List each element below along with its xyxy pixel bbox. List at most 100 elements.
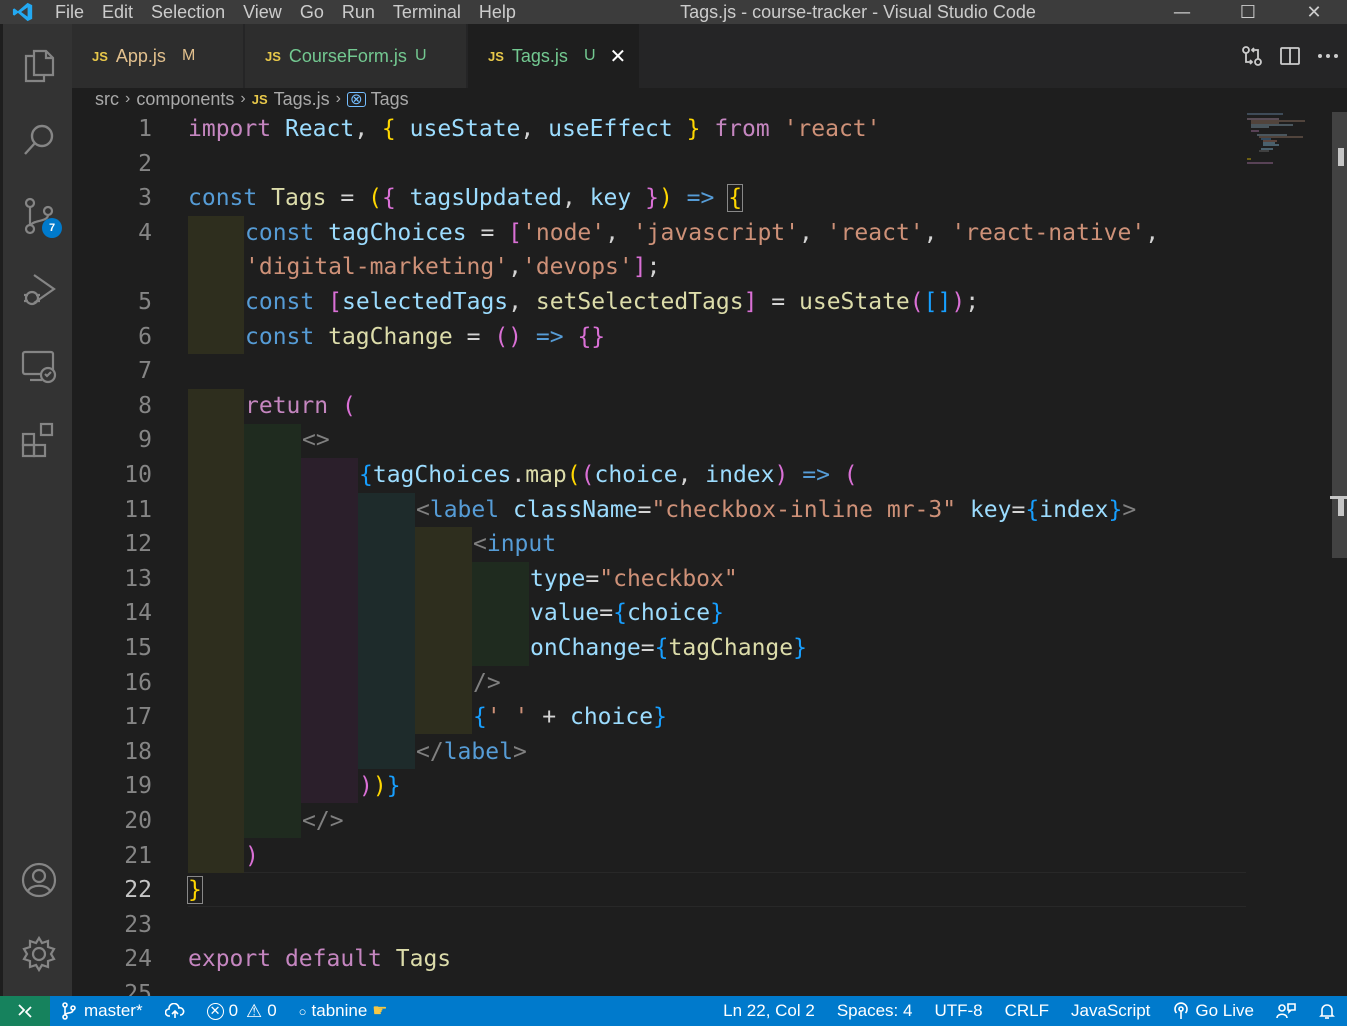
line-number: 7 — [138, 358, 152, 385]
code-line-9: <> — [302, 427, 330, 454]
vscode-logo-icon — [0, 0, 46, 24]
pointing-hand-icon: ☛ — [372, 1001, 388, 1020]
js-file-icon: JS — [265, 48, 281, 64]
line-number: 9 — [138, 427, 152, 454]
code-line-11: <label className="checkbox-inline mr-3" … — [416, 496, 1137, 523]
end-of-line[interactable]: CRLF — [994, 996, 1060, 1026]
chevron-right-icon: › — [125, 90, 131, 107]
line-number: 2 — [138, 150, 152, 177]
code-line-5: const [selectedTags, setSelectedTags] = … — [245, 288, 980, 315]
tab-tags-js[interactable]: JS Tags.js U ✕ — [468, 24, 640, 88]
line-number: 3 — [138, 185, 152, 212]
tab-git-status: M — [181, 47, 196, 64]
indentation[interactable]: Spaces: 4 — [826, 996, 924, 1026]
code-line-22: } — [187, 876, 203, 905]
line-number: 23 — [124, 911, 152, 938]
explorer-icon[interactable] — [19, 44, 59, 84]
js-file-icon: JS — [488, 48, 504, 64]
breadcrumb-file[interactable]: Tags.js — [274, 89, 330, 110]
feedback-icon[interactable] — [1265, 996, 1307, 1026]
problems-indicator[interactable]: ✕ 0 ⚠ 0 — [196, 996, 288, 1026]
line-number: 15 — [124, 634, 152, 661]
run-debug-icon[interactable] — [19, 270, 59, 310]
extensions-icon[interactable] — [19, 420, 59, 460]
compare-changes-icon[interactable] — [1233, 37, 1271, 75]
code-editor[interactable]: 1 2 3 4 5 6 7 8 9 10 11 12 13 14 15 16 1… — [72, 112, 1330, 996]
git-branch-icon — [62, 1002, 76, 1020]
tabnine-status[interactable]: ○ tabnine ☛ — [288, 996, 399, 1026]
error-count: 0 — [228, 1001, 239, 1020]
encoding[interactable]: UTF-8 — [923, 996, 993, 1026]
menu-edit[interactable]: Edit — [93, 0, 142, 24]
remote-indicator[interactable] — [0, 996, 50, 1026]
breadcrumb-src[interactable]: src — [95, 89, 119, 110]
more-actions-icon[interactable] — [1309, 37, 1347, 75]
code-line-4-wrap: 'digital-marketing','devops']; — [245, 254, 661, 281]
line-number: 14 — [124, 600, 152, 627]
window-controls: — ☐ ✕ — [1149, 0, 1347, 24]
symbol-variable-icon: ⊗ — [346, 91, 366, 107]
go-live-button[interactable]: Go Live — [1161, 996, 1265, 1026]
status-bar-right: Ln 22, Col 2 Spaces: 4 UTF-8 CRLF JavaSc… — [712, 996, 1347, 1026]
menu-file[interactable]: File — [46, 0, 93, 24]
line-number: 11 — [124, 496, 152, 523]
menu-terminal[interactable]: Terminal — [384, 0, 470, 24]
status-bar: master* ✕ 0 ⚠ 0 ○ tabnine ☛ Ln 22, Col 2… — [0, 996, 1347, 1026]
close-window-button[interactable]: ✕ — [1281, 0, 1347, 24]
settings-gear-icon[interactable] — [19, 934, 59, 974]
scrollbar-thumb[interactable] — [1332, 112, 1347, 558]
minimap[interactable] — [1243, 112, 1313, 172]
tab-git-status: U — [583, 47, 596, 64]
line-number: 17 — [124, 704, 152, 731]
line-number: 10 — [124, 461, 152, 488]
code-line-16: /> — [473, 669, 501, 696]
git-branch[interactable]: master* — [50, 996, 154, 1026]
minimize-button[interactable]: — — [1149, 0, 1215, 24]
tab-app-js[interactable]: JS App.js M — [72, 24, 244, 88]
menu-view[interactable]: View — [234, 0, 291, 24]
activity-bar: 7 — [0, 24, 72, 996]
menu-help[interactable]: Help — [470, 0, 525, 24]
menu-selection[interactable]: Selection — [142, 0, 234, 24]
code-content[interactable]: import React, { useState, useEffect } fr… — [187, 112, 1308, 996]
notifications-bell-icon[interactable] — [1307, 996, 1347, 1026]
tab-courseform-js[interactable]: JS CourseForm.js U — [245, 24, 467, 88]
line-number: 22 — [124, 877, 152, 904]
code-line-8: return ( — [245, 392, 356, 419]
vertical-scrollbar[interactable] — [1330, 112, 1347, 996]
line-number: 18 — [124, 738, 152, 765]
tab-label: App.js — [115, 45, 166, 66]
tab-git-status: U — [414, 47, 427, 64]
code-line-6: const tagChange = () => {} — [245, 323, 606, 350]
code-line-17: {' ' + choice} — [473, 704, 667, 731]
remote-explorer-icon[interactable] — [19, 346, 59, 386]
breadcrumb-symbol[interactable]: Tags — [371, 89, 409, 110]
broadcast-icon — [1174, 1002, 1189, 1019]
breadcrumb-components[interactable]: components — [136, 89, 234, 110]
code-line-3: const Tags = ({ tagsUpdated, key }) => { — [188, 184, 744, 213]
code-line-4: const tagChoices = ['node', 'javascript'… — [245, 219, 1160, 246]
line-number: 1 — [138, 116, 152, 142]
close-tab-icon[interactable]: ✕ — [610, 44, 627, 69]
cursor-position[interactable]: Ln 22, Col 2 — [712, 996, 826, 1026]
code-line-20: </> — [302, 807, 344, 834]
line-number: 6 — [138, 323, 152, 350]
menu-run[interactable]: Run — [333, 0, 384, 24]
js-file-icon: JS — [92, 48, 108, 64]
maximize-button[interactable]: ☐ — [1215, 0, 1281, 24]
editor-actions — [1233, 24, 1347, 88]
line-number: 25 — [124, 980, 152, 996]
search-icon[interactable] — [19, 120, 59, 160]
split-editor-icon[interactable] — [1271, 37, 1309, 75]
sync-button[interactable] — [154, 996, 196, 1026]
accounts-icon[interactable] — [19, 860, 59, 900]
code-line-12: <input — [473, 531, 557, 558]
line-number: 8 — [138, 392, 152, 419]
line-number: 19 — [124, 773, 152, 800]
error-icon: ✕ — [206, 1002, 224, 1020]
code-line-18: </label> — [416, 738, 527, 765]
tab-label: CourseForm.js — [288, 45, 407, 66]
line-number: 24 — [124, 946, 152, 973]
language-mode[interactable]: JavaScript — [1060, 996, 1161, 1026]
menu-go[interactable]: Go — [291, 0, 333, 24]
